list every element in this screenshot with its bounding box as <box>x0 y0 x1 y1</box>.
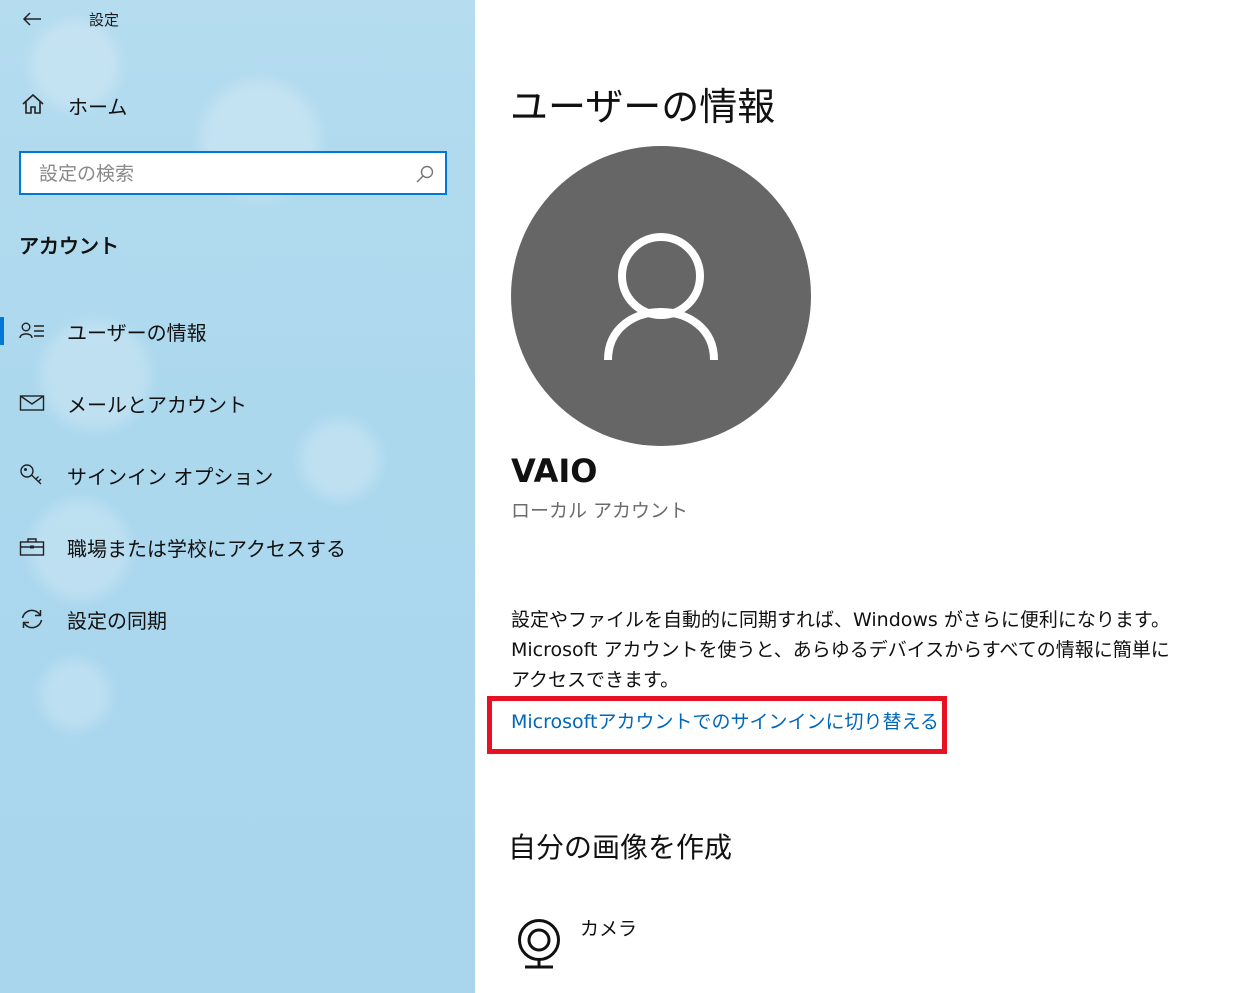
sidebar-item-label: 設定の同期 <box>67 609 167 633</box>
camera-label: カメラ <box>580 918 638 940</box>
sidebar-item-access-work-school[interactable]: 職場または学校にアクセスする <box>0 523 475 571</box>
key-icon <box>20 464 42 485</box>
nav-home[interactable]: ホーム <box>0 82 475 126</box>
sync-icon <box>21 609 43 629</box>
create-picture-heading: 自分の画像を作成 <box>508 831 733 864</box>
sidebar-item-label: サインイン オプション <box>67 465 274 489</box>
sidebar-item-your-info[interactable]: ユーザーの情報 <box>0 307 475 355</box>
section-title: アカウント <box>19 234 119 258</box>
search-box[interactable] <box>19 151 447 195</box>
app-title: 設定 <box>89 11 120 29</box>
nav-home-label: ホーム <box>68 95 128 119</box>
back-button[interactable] <box>16 4 48 34</box>
sidebar-item-label: ユーザーの情報 <box>67 321 207 345</box>
sidebar-item-label: メールとアカウント <box>67 393 247 417</box>
mail-icon <box>19 395 45 411</box>
webcam-icon <box>518 919 560 969</box>
home-icon <box>22 93 44 114</box>
title-bar: 設定 <box>0 0 475 40</box>
user-name: VAIO <box>511 452 598 490</box>
search-input[interactable] <box>37 159 401 189</box>
sidebar-item-sync-settings[interactable]: 設定の同期 <box>0 595 475 643</box>
briefcase-icon <box>19 538 45 556</box>
main-content: ユーザーの情報 VAIO ローカル アカウント 設定やファイルを自動的に同期すれ… <box>475 0 1247 993</box>
search-icon[interactable] <box>415 164 435 184</box>
sidebar-item-label: 職場または学校にアクセスする <box>67 537 346 561</box>
background-decoration <box>40 660 110 730</box>
avatar <box>511 146 811 446</box>
page-title: ユーザーの情報 <box>510 85 776 129</box>
account-type: ローカル アカウント <box>511 500 689 522</box>
camera-button[interactable]: カメラ <box>511 906 811 976</box>
sidebar-item-email-accounts[interactable]: メールとアカウント <box>0 379 475 427</box>
sidebar: 設定 ホーム アカウント ユーザーの情報 メールとアカウント <box>0 0 475 993</box>
switch-to-microsoft-account-link[interactable]: Microsoftアカウントでのサインインに切り替える <box>511 707 939 734</box>
back-arrow-icon <box>22 12 41 26</box>
sidebar-item-sign-in-options[interactable]: サインイン オプション <box>0 451 475 499</box>
sync-description: 設定やファイルを自動的に同期すれば、Windows がさらに便利になります。Mi… <box>511 609 1170 691</box>
person-list-icon <box>19 322 44 339</box>
